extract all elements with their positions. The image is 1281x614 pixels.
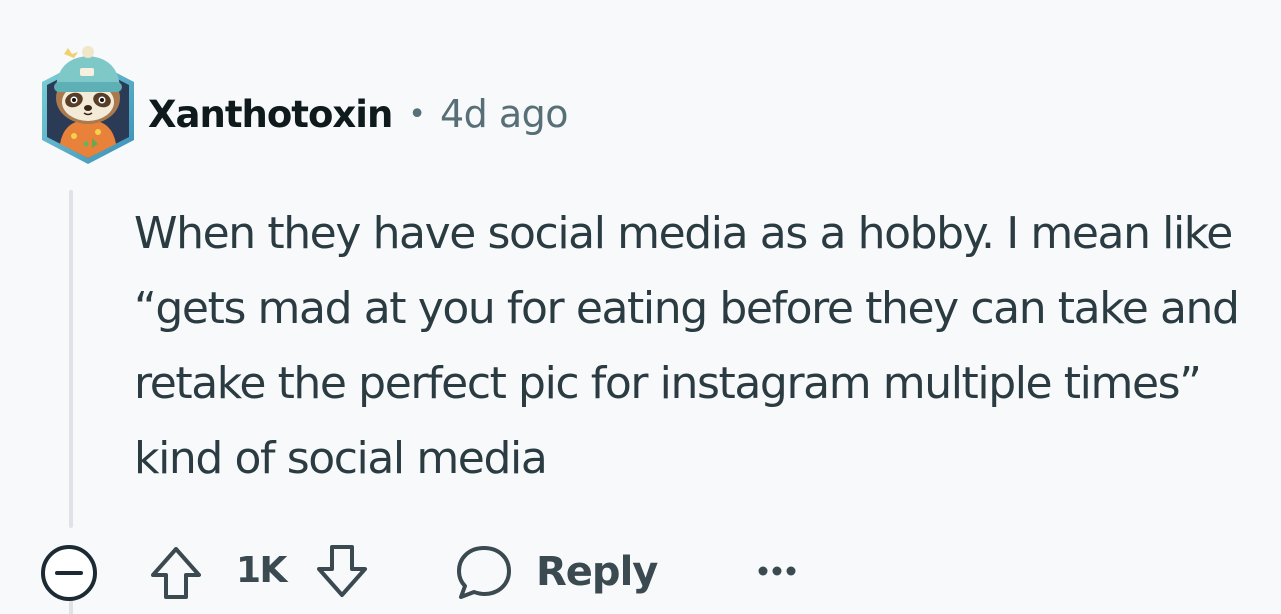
upvote-arrow-icon[interactable] bbox=[146, 542, 206, 602]
comment-body: When they have social media as a hobby. … bbox=[134, 208, 1240, 484]
downvote-arrow-icon[interactable] bbox=[312, 542, 372, 602]
reply-button[interactable]: Reply bbox=[452, 540, 658, 604]
more-options-icon[interactable] bbox=[750, 546, 804, 596]
comment-header: Xanthotoxin • 4d ago bbox=[148, 88, 569, 140]
collapse-minus-icon[interactable] bbox=[40, 544, 98, 602]
username-link[interactable]: Xanthotoxin bbox=[148, 93, 393, 136]
sloth-avatar-icon[interactable] bbox=[34, 40, 142, 168]
speech-bubble-icon bbox=[457, 546, 511, 599]
thread-line[interactable] bbox=[69, 190, 73, 528]
vote-count: 1K bbox=[236, 550, 287, 591]
reply-label: Reply bbox=[536, 549, 658, 595]
comment-action-bar: 1K Reply bbox=[0, 536, 1281, 606]
timestamp[interactable]: 4d ago bbox=[440, 92, 569, 136]
comment: Xanthotoxin • 4d ago When they have soci… bbox=[0, 0, 1281, 614]
meta-separator: • bbox=[408, 96, 426, 132]
